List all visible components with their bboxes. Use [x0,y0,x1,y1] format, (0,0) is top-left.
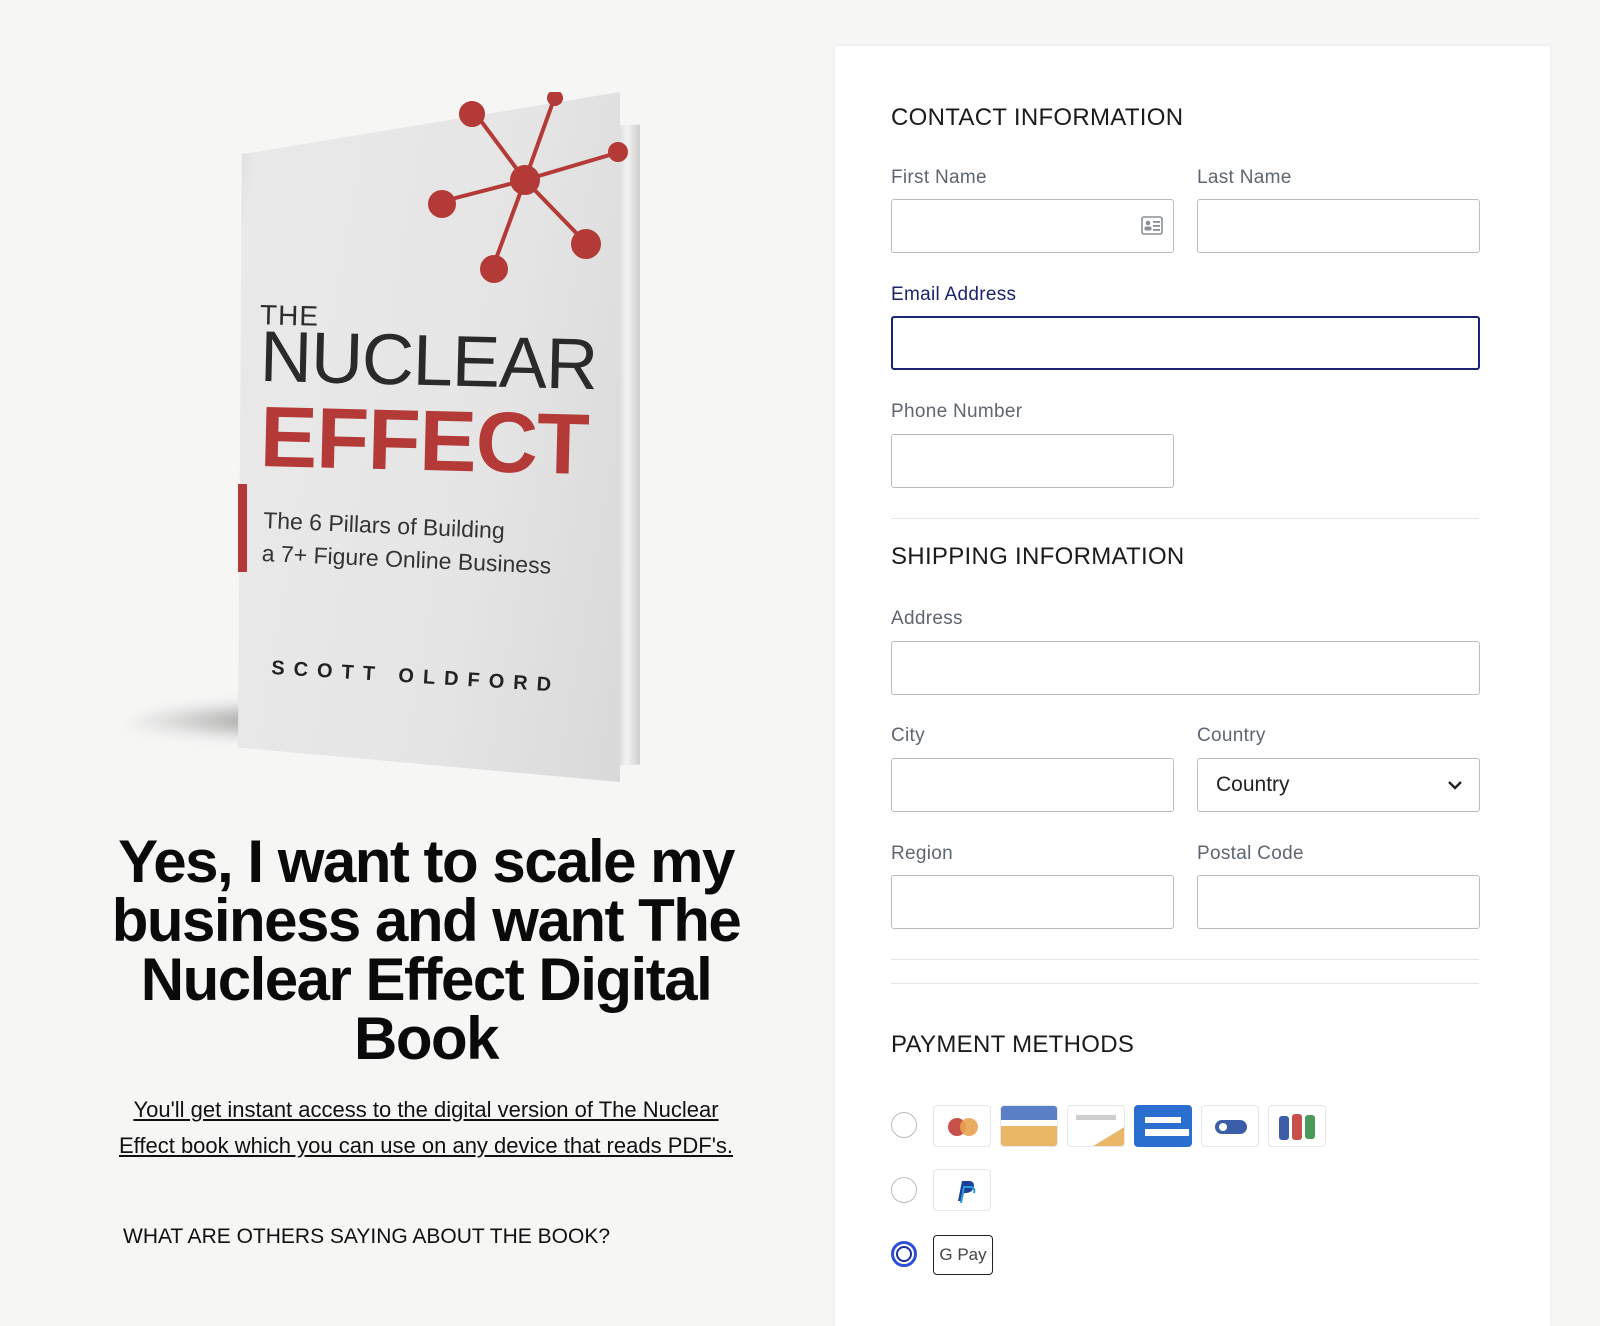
google-pay-icon: G Pay [933,1235,993,1275]
first-name-field[interactable] [891,199,1174,253]
contact-section-title: CONTACT INFORMATION [891,104,1184,131]
city-label: City [891,725,925,746]
product-panel: THE NUCLEAR EFFECT The 6 Pillars of Buil… [0,0,835,1313]
book-image: THE NUCLEAR EFFECT The 6 Pillars of Buil… [120,80,680,800]
payment-radio-card[interactable] [891,1112,917,1138]
first-name-label: First Name [891,167,987,188]
paypal-icon [933,1169,991,1211]
payment-radio-google-pay[interactable] [891,1241,917,1267]
shipping-section-title: SHIPPING INFORMATION [891,543,1185,570]
address-label: Address [891,608,963,629]
cover-accent-bar [238,484,247,572]
phone-field[interactable] [891,434,1174,488]
city-field[interactable] [891,758,1174,812]
cover-subtitle: The 6 Pillars of Building a 7+ Figure On… [261,504,553,583]
cover-title-effect: EFFECT [258,389,590,493]
jcb-icon [1268,1105,1326,1147]
chevron-down-icon [1448,781,1462,790]
contact-card-icon [1141,216,1163,235]
region-field[interactable] [891,875,1174,929]
payment-section-title: PAYMENT METHODS [891,1031,1135,1058]
country-select-value: Country [1216,773,1290,796]
last-name-label: Last Name [1197,167,1292,188]
region-label: Region [891,843,954,864]
postal-code-field[interactable] [1197,875,1480,929]
email-field[interactable] [891,316,1480,370]
section-divider [891,518,1479,519]
section-divider [891,983,1479,984]
checkout-form: CONTACT INFORMATION First Name Last Name… [835,46,1550,1326]
section-divider [891,959,1479,960]
molecule-logo-icon [428,92,628,283]
mastercard-icon [933,1105,991,1147]
address-field[interactable] [891,641,1480,695]
payment-radio-paypal[interactable] [891,1177,917,1203]
generic-card-icon [1134,1105,1192,1147]
amex-icon [1000,1105,1058,1147]
book-cover-content: THE NUCLEAR EFFECT The 6 Pillars of Buil… [238,92,628,782]
discover-icon [1067,1105,1125,1147]
cover-author: SCOTT OLDFORD [270,657,561,697]
offer-description: You'll get instant access to the digital… [118,1097,734,1158]
phone-label: Phone Number [891,401,1023,422]
email-label: Email Address [891,284,1017,305]
offer-headline: Yes, I want to scale my business and wan… [111,828,742,1072]
testimonials-heading: WHAT ARE OTHERS SAYING ABOUT THE BOOK? [123,1225,610,1248]
toggle-card-icon [1201,1105,1259,1147]
country-label: Country [1197,725,1266,746]
postal-code-label: Postal Code [1197,843,1304,864]
country-select[interactable]: Country [1197,758,1480,812]
last-name-field[interactable] [1197,199,1480,253]
